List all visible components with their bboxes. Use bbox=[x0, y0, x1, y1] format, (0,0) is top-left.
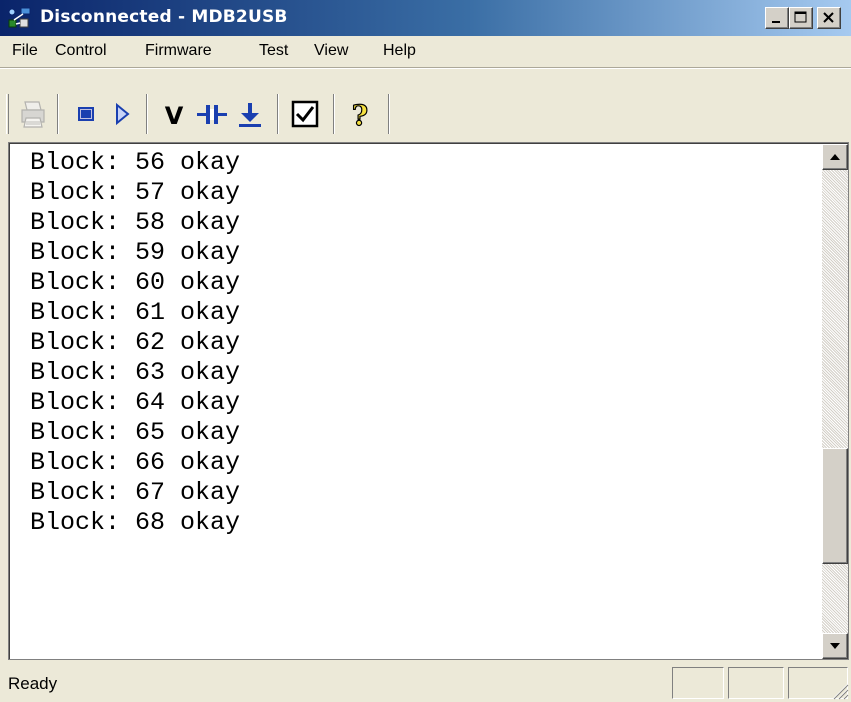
print-button[interactable] bbox=[15, 96, 51, 132]
toolbar-separator bbox=[277, 94, 279, 134]
log-line: Block: 68 okay bbox=[30, 508, 241, 537]
run-button[interactable] bbox=[104, 96, 140, 132]
scroll-thumb[interactable] bbox=[822, 448, 848, 564]
scroll-up-button[interactable] bbox=[822, 144, 848, 170]
printer-icon bbox=[21, 101, 45, 128]
scroll-down-button[interactable] bbox=[822, 633, 848, 659]
log-line: Block: 63 okay bbox=[30, 358, 241, 387]
help-glyph: ? bbox=[352, 99, 368, 132]
log-output[interactable]: Block: 56 okay Block: 57 okay Block: 58 … bbox=[8, 142, 849, 660]
window-title: Disconnected - MDB2USB bbox=[40, 7, 288, 27]
status-bar: Ready bbox=[0, 662, 851, 702]
help-icon: ? bbox=[351, 98, 369, 132]
option-checkbox-button[interactable] bbox=[287, 96, 323, 132]
log-line: Block: 60 okay bbox=[30, 268, 241, 297]
log-line: Block: 61 okay bbox=[30, 298, 241, 327]
toolbar-highlight bbox=[0, 68, 851, 69]
log-line: Block: 65 okay bbox=[30, 418, 241, 447]
toolbar-separator bbox=[57, 94, 59, 134]
verify-glyph: V bbox=[165, 102, 184, 130]
checkbox-icon bbox=[291, 100, 319, 128]
menu-firmware[interactable]: Firmware bbox=[145, 42, 212, 60]
maximize-icon bbox=[794, 11, 807, 23]
log-line: Block: 67 okay bbox=[30, 478, 241, 507]
log-line: Block: 59 okay bbox=[30, 238, 241, 267]
arrow-up-icon bbox=[830, 154, 840, 160]
toolbar-separator bbox=[146, 94, 148, 134]
play-icon bbox=[116, 102, 130, 126]
log-line: Block: 62 okay bbox=[30, 328, 241, 357]
menu-bar: File Control Firmware Test View Help bbox=[0, 36, 851, 66]
status-panel bbox=[672, 667, 724, 699]
menu-file[interactable]: File bbox=[12, 42, 38, 60]
toolbar: V ? bbox=[0, 66, 851, 142]
toolbar-separator bbox=[388, 94, 390, 134]
menu-test[interactable]: Test bbox=[259, 42, 288, 60]
minimize-button[interactable] bbox=[765, 7, 789, 29]
log-line: Block: 56 okay bbox=[30, 148, 241, 177]
verify-button[interactable]: V bbox=[156, 96, 192, 132]
status-text: Ready bbox=[8, 674, 58, 693]
close-icon bbox=[823, 12, 834, 23]
download-icon bbox=[239, 103, 261, 127]
connect-icon bbox=[197, 105, 227, 124]
log-line: Block: 58 okay bbox=[30, 208, 241, 237]
maximize-button[interactable] bbox=[789, 7, 813, 29]
resize-grip-icon[interactable] bbox=[829, 680, 849, 700]
menu-control[interactable]: Control bbox=[55, 42, 107, 60]
stop-button[interactable] bbox=[68, 96, 104, 132]
download-button[interactable] bbox=[232, 96, 268, 132]
minimize-icon bbox=[772, 21, 780, 23]
arrow-down-icon bbox=[830, 643, 840, 649]
toolbar-separator bbox=[333, 94, 335, 134]
mdb2usb-app-icon bbox=[8, 7, 31, 28]
log-lines: Block: 56 okay Block: 57 okay Block: 58 … bbox=[30, 148, 240, 538]
menu-view[interactable]: View bbox=[314, 42, 348, 60]
title-bar[interactable]: Disconnected - MDB2USB bbox=[0, 0, 851, 36]
help-button[interactable]: ? bbox=[342, 96, 378, 132]
verify-icon: V bbox=[165, 102, 184, 130]
log-line: Block: 57 okay bbox=[30, 178, 241, 207]
app-window: Disconnected - MDB2USB File Control Firm… bbox=[0, 0, 851, 702]
log-line: Block: 64 okay bbox=[30, 388, 241, 417]
status-panel bbox=[728, 667, 784, 699]
toolbar-grip[interactable] bbox=[6, 94, 9, 134]
close-button[interactable] bbox=[817, 7, 841, 29]
connect-button[interactable] bbox=[194, 96, 230, 132]
menu-help[interactable]: Help bbox=[383, 42, 416, 60]
log-line: Block: 66 okay bbox=[30, 448, 241, 477]
stop-icon bbox=[78, 107, 94, 121]
vertical-scrollbar[interactable] bbox=[822, 144, 848, 659]
